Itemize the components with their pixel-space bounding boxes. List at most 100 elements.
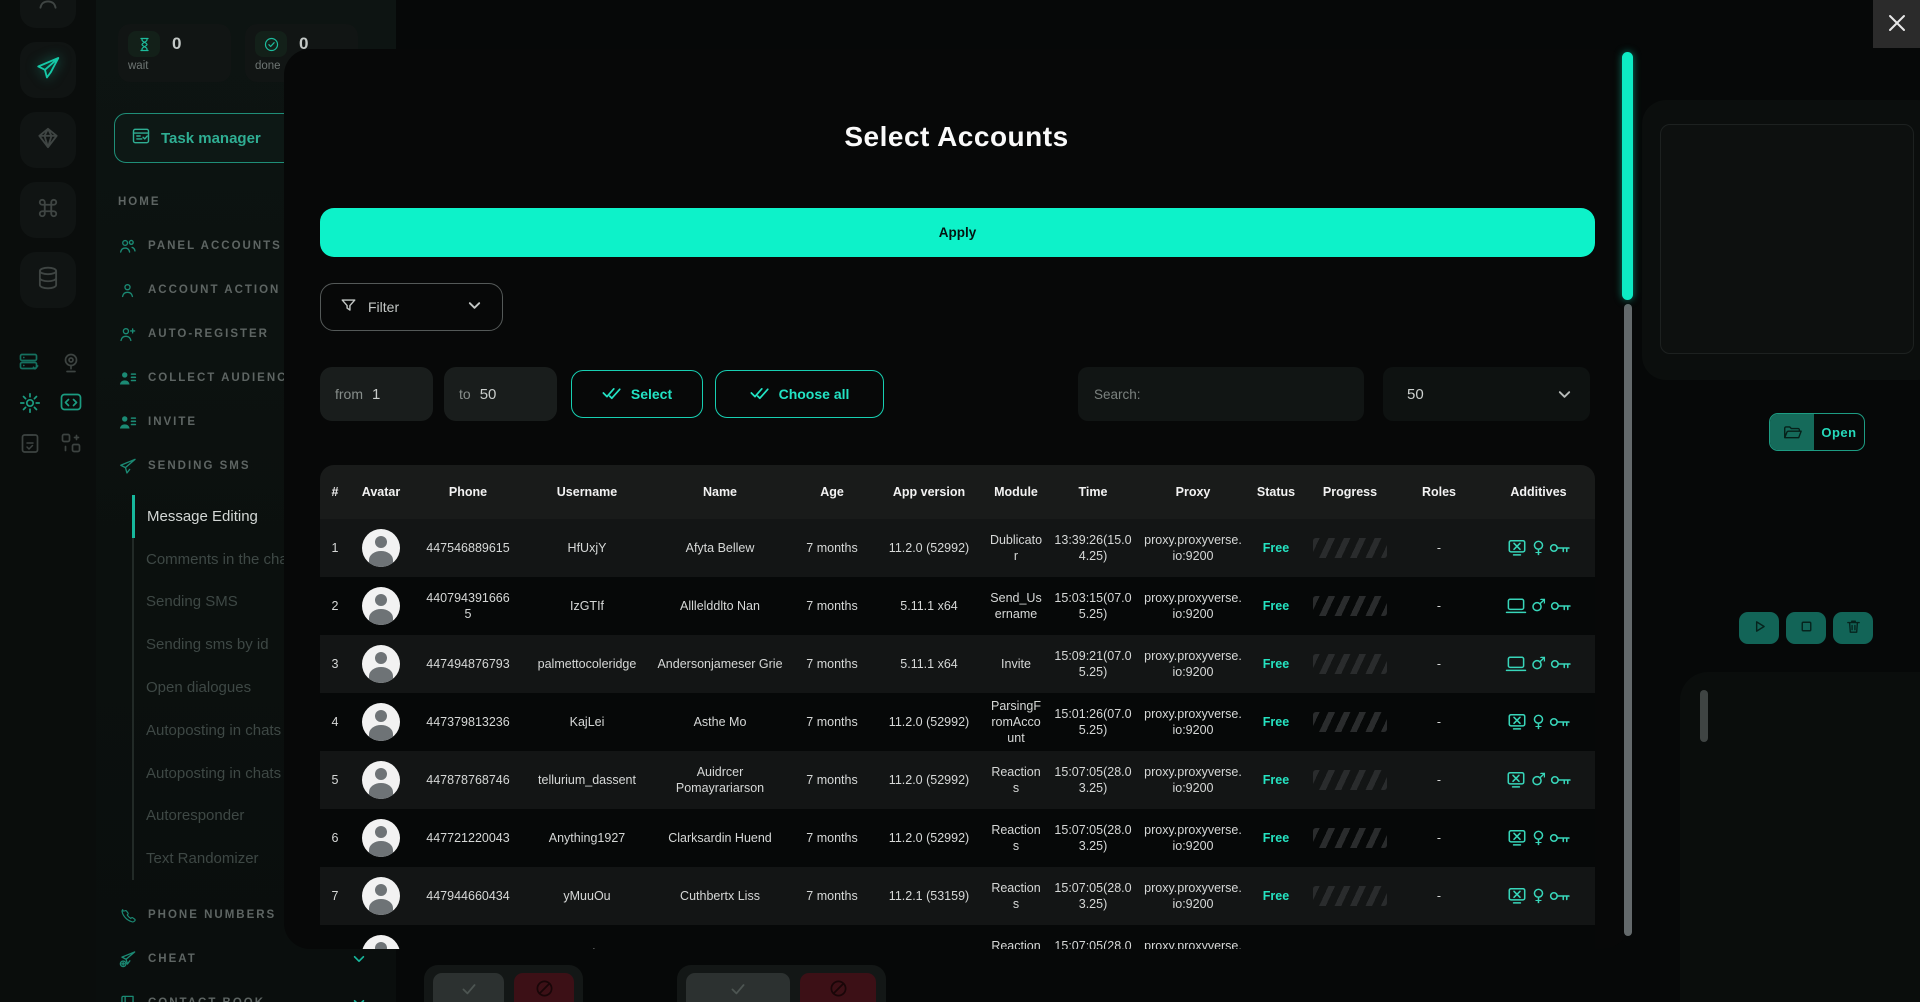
deny-icon bbox=[535, 979, 554, 1002]
cell-num: 4 bbox=[320, 714, 350, 730]
cell-phone: 447546889615 bbox=[421, 540, 514, 556]
page-size-select[interactable]: 50 bbox=[1383, 367, 1590, 421]
from-value: 1 bbox=[372, 386, 380, 403]
progress-bar bbox=[1313, 886, 1387, 906]
avatar bbox=[362, 877, 400, 915]
person-rail-button[interactable] bbox=[20, 0, 76, 28]
table-row[interactable]: 7447944660434yMuuOuCuthbertx Liss7 month… bbox=[320, 867, 1595, 925]
database-rail-button[interactable] bbox=[20, 252, 76, 308]
table-row[interactable]: 24407943916665IzGTIfAlllelddlto Nan7 mon… bbox=[320, 577, 1595, 635]
cell-username: IzGTIf bbox=[524, 598, 650, 614]
diamond-rail-button[interactable] bbox=[20, 112, 76, 168]
cell-username: yMuuOu bbox=[524, 888, 650, 904]
table-header-row: #AvatarPhoneUsernameNameAgeApp versionMo… bbox=[320, 465, 1595, 519]
background-scrollbar-thumb[interactable] bbox=[1700, 690, 1708, 742]
cell-age: 7 months bbox=[790, 656, 874, 672]
accounts-table: #AvatarPhoneUsernameNameAgeApp versionMo… bbox=[320, 465, 1595, 949]
choose-all-button[interactable]: Choose all bbox=[715, 370, 884, 418]
play-button[interactable] bbox=[1739, 612, 1779, 644]
delete-button[interactable] bbox=[1833, 612, 1873, 644]
cell-time: 15:01:26(07.05.25) bbox=[1048, 706, 1138, 739]
close-modal-button[interactable] bbox=[1873, 0, 1920, 48]
sidebar-item-label: CONTACT BOOK bbox=[148, 997, 265, 1002]
close-icon bbox=[1888, 14, 1906, 35]
paper-plane-rail-button[interactable] bbox=[20, 42, 76, 98]
approve-button[interactable] bbox=[686, 973, 790, 1002]
scrollbar-thumb[interactable] bbox=[1622, 52, 1633, 300]
cell-time: 15:07:05(28.03.25) bbox=[1048, 764, 1138, 797]
table-row[interactable]: 3447494876793palmettocoleridgeAndersonja… bbox=[320, 635, 1595, 693]
progress-bar bbox=[1313, 654, 1387, 674]
avatar bbox=[362, 529, 400, 567]
cell-age: 7 months bbox=[790, 830, 874, 846]
cell-time: 15:07:05(28.03.25) bbox=[1048, 938, 1138, 949]
cell-username: HfUxjY bbox=[524, 540, 650, 556]
female-icon: ♀ bbox=[1532, 540, 1544, 557]
from-input[interactable]: from 1 bbox=[320, 367, 433, 421]
webcam-tool-button[interactable] bbox=[58, 352, 84, 378]
select-button[interactable]: Select bbox=[571, 370, 703, 418]
cell-module: Reactions bbox=[984, 938, 1048, 949]
approve-button[interactable] bbox=[433, 973, 504, 1002]
cell-roles: - bbox=[1396, 888, 1482, 904]
to-input[interactable]: to 50 bbox=[444, 367, 557, 421]
open-button[interactable]: Open bbox=[1769, 413, 1865, 451]
code-window-tool-button[interactable] bbox=[58, 392, 84, 418]
apply-button[interactable]: Apply bbox=[320, 208, 1595, 257]
column-header-age: Age bbox=[790, 485, 874, 499]
gear-tool-button[interactable] bbox=[17, 392, 43, 418]
cell-status: Free bbox=[1248, 714, 1304, 730]
cell-progress bbox=[1304, 828, 1396, 848]
deny-button[interactable] bbox=[514, 973, 574, 1002]
modal-scrollbar[interactable] bbox=[1622, 52, 1633, 940]
cell-avatar bbox=[350, 587, 412, 625]
search-input[interactable] bbox=[1078, 367, 1364, 421]
code-window-icon bbox=[59, 391, 83, 420]
table-row[interactable]: 844746650553unsaturationamaReactions15:0… bbox=[320, 925, 1595, 949]
funnel-icon bbox=[341, 298, 356, 316]
column-header-phone: Phone bbox=[412, 485, 524, 499]
gear-icon bbox=[18, 391, 42, 420]
background-panel-bottom bbox=[1680, 672, 1920, 1002]
cell-app-version: 5.11.1 x64 bbox=[874, 656, 984, 672]
user-plus-icon bbox=[118, 325, 137, 344]
progress-bar bbox=[1313, 712, 1387, 732]
cell-username: palmettocoleridge bbox=[524, 656, 650, 672]
cell-name: Afyta Bellew bbox=[650, 540, 790, 556]
modal-title: Select Accounts bbox=[284, 121, 1629, 153]
cell-num: 2 bbox=[320, 598, 350, 614]
male-icon: ♂ bbox=[1531, 772, 1546, 789]
choose-all-label: Choose all bbox=[779, 386, 850, 402]
monitor-x-icon bbox=[1506, 539, 1528, 557]
table-row[interactable]: 6447721220043Anything1927Clarksardin Hue… bbox=[320, 809, 1595, 867]
cell-num: 7 bbox=[320, 888, 350, 904]
cell-additives: ♂ bbox=[1482, 655, 1595, 673]
sidebar-item-contact-book[interactable]: CONTACT BOOK bbox=[118, 981, 378, 1002]
cell-module: Send_Username bbox=[984, 590, 1048, 623]
avatar bbox=[362, 587, 400, 625]
table-row[interactable]: 4447379813236KajLeiAsthe Mo7 months11.2.… bbox=[320, 693, 1595, 751]
clipboard-check-tool-button[interactable] bbox=[17, 432, 43, 458]
table-row[interactable]: 1447546889615HfUxjYAfyta Bellew7 months1… bbox=[320, 519, 1595, 577]
cell-num: 1 bbox=[320, 540, 350, 556]
stop-icon bbox=[1798, 618, 1815, 638]
cell-roles: - bbox=[1396, 830, 1482, 846]
cell-roles: - bbox=[1396, 540, 1482, 556]
cell-proxy: proxy.proxyverse.io:9200 bbox=[1138, 938, 1248, 949]
components-tool-button[interactable] bbox=[58, 432, 84, 458]
column-header-time: Time bbox=[1048, 485, 1138, 499]
avatar bbox=[362, 703, 400, 741]
key-icon bbox=[1549, 887, 1571, 905]
command-rail-button[interactable] bbox=[20, 182, 76, 238]
stop-button[interactable] bbox=[1786, 612, 1826, 644]
avatar bbox=[362, 645, 400, 683]
table-row[interactable]: 5447878768746tellurium_dassentAuidrcer P… bbox=[320, 751, 1595, 809]
server-check-tool-button[interactable] bbox=[17, 352, 43, 378]
stat-value: 0 bbox=[172, 34, 181, 54]
sidebar-item-label: PHONE NUMBERS bbox=[148, 909, 276, 921]
filter-dropdown-button[interactable]: Filter bbox=[320, 283, 503, 331]
cell-status: Free bbox=[1248, 598, 1304, 614]
deny-button[interactable] bbox=[800, 973, 876, 1002]
cell-age: 7 months bbox=[790, 598, 874, 614]
cell-app-version: 11.2.1 (53159) bbox=[874, 888, 984, 904]
